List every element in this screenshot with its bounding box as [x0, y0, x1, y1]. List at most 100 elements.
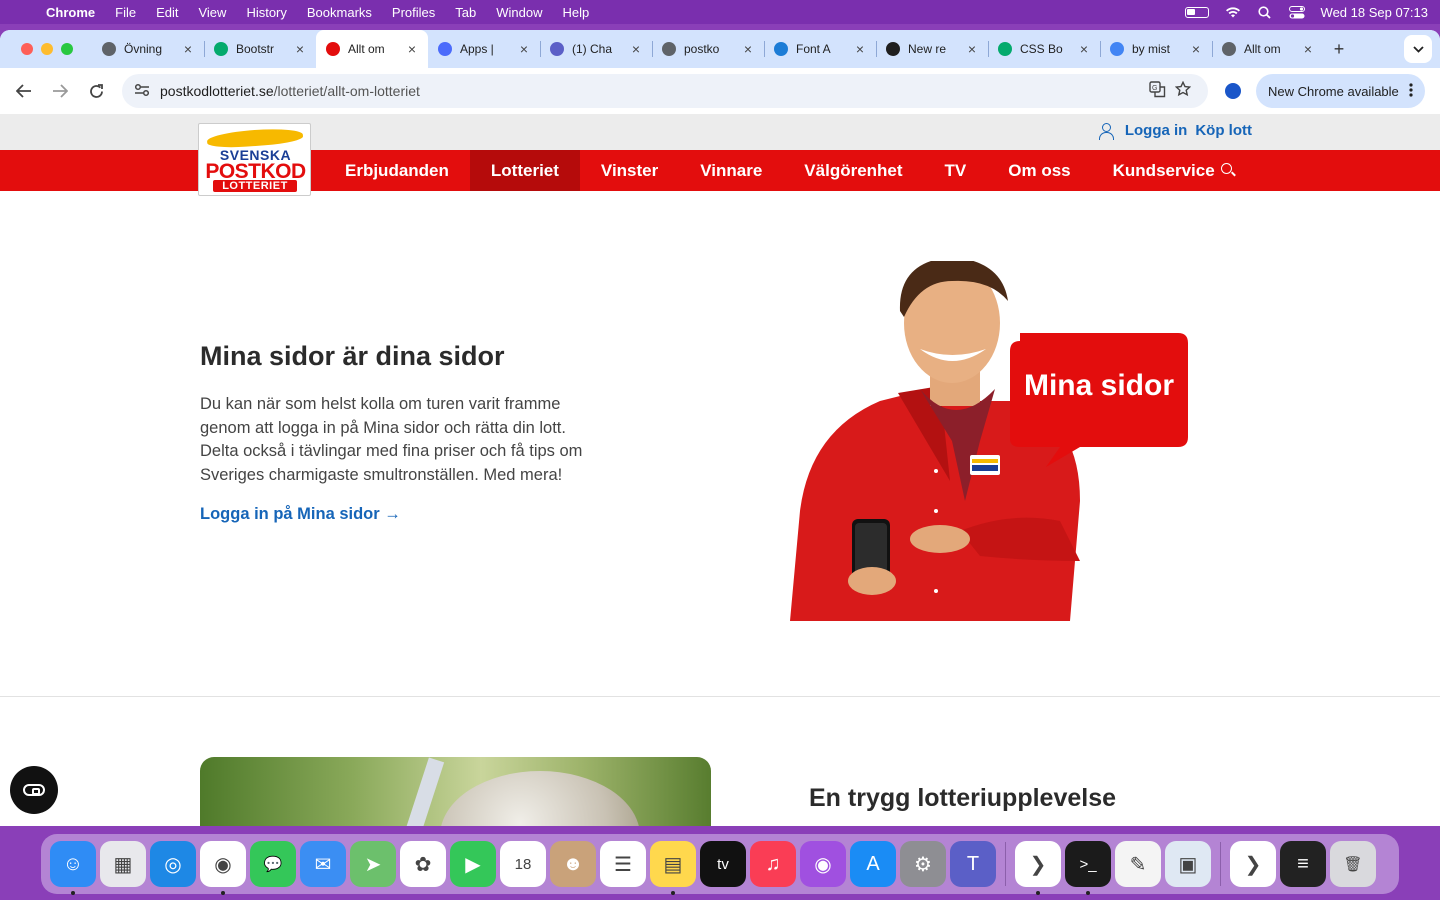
close-tab-icon[interactable]: × [964, 41, 980, 57]
messages-icon[interactable]: 💬 [250, 841, 296, 887]
menu-app-name[interactable]: Chrome [46, 5, 95, 20]
browser-tab[interactable]: Apps | × [428, 30, 540, 68]
safari-icon[interactable]: ◎ [150, 841, 196, 887]
utility-links: Logga in Köp lott [1098, 122, 1252, 140]
tab-search-dropdown-icon[interactable] [1404, 35, 1432, 63]
close-tab-icon[interactable]: × [852, 41, 868, 57]
mail-icon[interactable]: ✉ [300, 841, 346, 887]
close-tab-icon[interactable]: × [1188, 41, 1204, 57]
browser-tab[interactable]: postko × [652, 30, 764, 68]
chrome-icon[interactable]: ◉ [200, 841, 246, 895]
finder-icon[interactable]: ☺ [50, 841, 96, 895]
vscode-icon[interactable]: ❯ [1015, 841, 1061, 895]
url-text[interactable]: postkodlotteriet.se/lotteriet/allt-om-lo… [160, 83, 1144, 99]
terminal-icon[interactable]: >_ [1065, 841, 1111, 895]
terminal-recent-icon[interactable]: ≡ [1280, 841, 1326, 887]
reminders-icon[interactable]: ☰ [600, 841, 646, 887]
nav-item-6[interactable]: TV [924, 150, 988, 191]
close-tab-icon[interactable]: × [292, 41, 308, 57]
textedit-icon[interactable]: ✎ [1115, 841, 1161, 887]
battery-icon[interactable] [1184, 6, 1209, 18]
section2-photo [200, 757, 711, 826]
apple-tv-icon[interactable]: tv [700, 841, 746, 887]
close-tab-icon[interactable]: × [740, 41, 756, 57]
site-info-icon[interactable] [134, 83, 156, 100]
browser-tab[interactable]: Bootstr × [204, 30, 316, 68]
facetime-icon[interactable]: ▶ [450, 841, 496, 887]
podcasts-icon[interactable]: ◉ [800, 841, 846, 887]
browser-tab[interactable]: Font A × [764, 30, 876, 68]
close-tab-icon[interactable]: × [180, 41, 196, 57]
menu-edit[interactable]: Edit [156, 5, 178, 20]
app-store-icon[interactable]: A [850, 841, 896, 887]
close-tab-icon[interactable]: × [1300, 41, 1316, 57]
tab-strip: Övning × Bootstr × Allt om × Apps | × (1) Cha × po… [0, 30, 1440, 68]
kebab-menu-icon[interactable] [1409, 82, 1413, 100]
trash-icon[interactable]: 🗑 [1330, 841, 1376, 887]
music-icon[interactable]: ♫ [750, 841, 796, 887]
menu-history[interactable]: History [246, 5, 286, 20]
calendar-icon[interactable]: 18 [500, 841, 546, 887]
login-mina-sidor-link[interactable]: Logga in på Mina sidor → [200, 505, 401, 524]
browser-tab[interactable]: CSS Bo × [988, 30, 1100, 68]
menu-window[interactable]: Window [496, 5, 542, 20]
site-search-icon[interactable] [1221, 163, 1235, 177]
launchpad-icon[interactable]: ▦ [100, 841, 146, 887]
contacts-icon[interactable]: ☻ [550, 841, 596, 887]
profile-avatar-icon[interactable] [1220, 78, 1246, 104]
reload-button[interactable] [80, 75, 112, 107]
new-chrome-available-button[interactable]: New Chrome available [1256, 74, 1425, 108]
user-icon[interactable] [1098, 122, 1114, 140]
menubar-datetime[interactable]: Wed 18 Sep 07:13 [1321, 5, 1428, 20]
browser-tab[interactable]: by mist × [1100, 30, 1212, 68]
vscode-recent-icon[interactable]: ❯ [1230, 841, 1276, 887]
translate-icon[interactable]: G [1144, 80, 1170, 102]
close-tab-icon[interactable]: × [404, 41, 420, 57]
forward-button[interactable] [44, 75, 76, 107]
wifi-icon[interactable] [1225, 5, 1241, 19]
close-window-button[interactable] [21, 43, 33, 55]
zoom-window-button[interactable] [61, 43, 73, 55]
photos-icon[interactable]: ✿ [400, 841, 446, 887]
system-settings-icon[interactable]: ⚙ [900, 841, 946, 887]
nav-item-5[interactable]: Välgörenhet [783, 150, 923, 191]
control-center-icon[interactable] [1288, 5, 1305, 19]
nav-item-4[interactable]: Vinnare [679, 150, 783, 191]
bookmark-star-icon[interactable] [1170, 80, 1196, 101]
mina-sidor-bubble-text: Mina sidor [1023, 369, 1174, 402]
nav-item-3[interactable]: Vinster [580, 150, 679, 191]
notes-icon[interactable]: ▤ [650, 841, 696, 895]
chat-widget-button[interactable] [10, 766, 58, 814]
menu-help[interactable]: Help [563, 5, 590, 20]
browser-tab[interactable]: Övning × [92, 30, 204, 68]
menu-profiles[interactable]: Profiles [392, 5, 435, 20]
address-bar[interactable]: postkodlotteriet.se/lotteriet/allt-om-lo… [122, 74, 1208, 108]
menu-tab[interactable]: Tab [455, 5, 476, 20]
spotlight-search-icon[interactable] [1257, 5, 1273, 19]
login-link[interactable]: Logga in [1125, 122, 1188, 139]
browser-tab[interactable]: Allt om × [316, 30, 428, 68]
close-tab-icon[interactable]: × [1076, 41, 1092, 57]
menu-bookmarks[interactable]: Bookmarks [307, 5, 372, 20]
menu-view[interactable]: View [198, 5, 226, 20]
close-tab-icon[interactable]: × [628, 41, 644, 57]
browser-tab[interactable]: (1) Cha × [540, 30, 652, 68]
teams-icon[interactable]: T [950, 841, 996, 887]
close-tab-icon[interactable]: × [516, 41, 532, 57]
menu-file[interactable]: File [115, 5, 136, 20]
back-button[interactable] [8, 75, 40, 107]
nav-item-1[interactable]: Erbjudanden [324, 150, 470, 191]
nav-item-7[interactable]: Om oss [987, 150, 1091, 191]
running-indicator [71, 891, 75, 895]
postkodlotteriet-logo[interactable]: SVENSKA POSTKOD LOTTERIET [198, 123, 311, 196]
minimize-window-button[interactable] [41, 43, 53, 55]
nav-item-8[interactable]: Kundservice [1092, 150, 1236, 191]
buy-ticket-link[interactable]: Köp lott [1195, 122, 1252, 139]
new-tab-button[interactable]: + [1324, 39, 1354, 60]
nav-item-2[interactable]: Lotteriet [469, 150, 580, 191]
browser-tab[interactable]: Allt om × [1212, 30, 1324, 68]
preview-icon[interactable]: ▣ [1165, 841, 1211, 887]
app-store-glyph: A [866, 852, 880, 875]
maps-icon[interactable]: ➤ [350, 841, 396, 887]
browser-tab[interactable]: New re × [876, 30, 988, 68]
